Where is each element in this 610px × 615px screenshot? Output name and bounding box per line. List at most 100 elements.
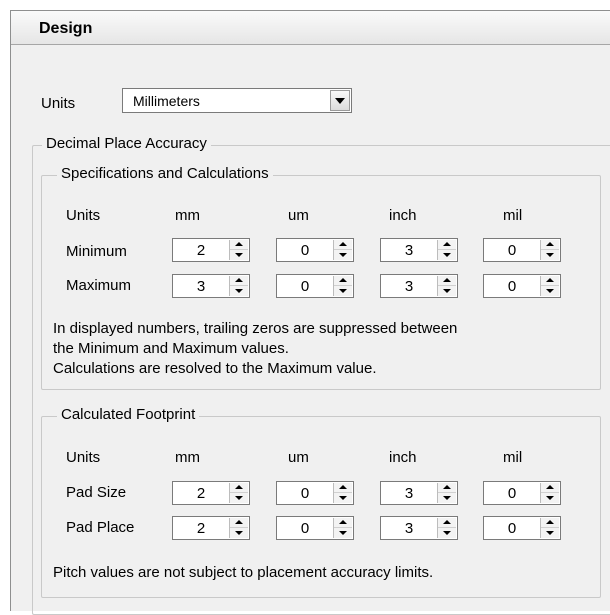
footprint-col-inch: inch bbox=[389, 449, 417, 466]
units-label: Units bbox=[41, 95, 76, 112]
stepper-buttons bbox=[229, 240, 248, 260]
stepper-down-icon[interactable] bbox=[334, 493, 352, 503]
pad-place-mil-stepper[interactable]: 0 bbox=[483, 516, 561, 540]
stepper-up-icon[interactable] bbox=[230, 276, 248, 286]
stepper-buttons bbox=[437, 276, 456, 296]
pad-place-um-stepper[interactable]: 0 bbox=[276, 516, 354, 540]
pad-place-inch-stepper[interactable]: 3 bbox=[380, 516, 458, 540]
footprint-col-mm: mm bbox=[175, 449, 200, 466]
maximum-um-stepper[interactable]: 0 bbox=[276, 274, 354, 298]
stepper-down-icon[interactable] bbox=[334, 250, 352, 260]
stepper-buttons bbox=[540, 276, 559, 296]
specs-note-line: In displayed numbers, trailing zeros are… bbox=[53, 320, 458, 337]
maximum-inch-stepper[interactable]: 3 bbox=[380, 274, 458, 298]
stepper-down-icon[interactable] bbox=[438, 493, 456, 503]
spin-value: 0 bbox=[507, 485, 517, 502]
stepper-buttons bbox=[229, 483, 248, 503]
stepper-buttons bbox=[540, 483, 559, 503]
stepper-buttons bbox=[333, 276, 352, 296]
minimum-mm-stepper[interactable]: 2 bbox=[172, 238, 250, 262]
stepper-buttons bbox=[437, 483, 456, 503]
stepper-down-icon[interactable] bbox=[541, 250, 559, 260]
spin-value: 0 bbox=[300, 242, 310, 259]
pad-size-um-stepper[interactable]: 0 bbox=[276, 481, 354, 505]
spin-value: 3 bbox=[404, 242, 414, 259]
stepper-up-icon[interactable] bbox=[334, 518, 352, 528]
stepper-up-icon[interactable] bbox=[541, 518, 559, 528]
stepper-up-icon[interactable] bbox=[541, 240, 559, 250]
spin-value: 0 bbox=[507, 242, 517, 259]
specs-units-label: Units bbox=[66, 207, 101, 224]
chevron-down-icon[interactable] bbox=[330, 90, 350, 111]
pad-size-mil-stepper[interactable]: 0 bbox=[483, 481, 561, 505]
minimum-label: Minimum bbox=[66, 243, 127, 260]
stepper-up-icon[interactable] bbox=[334, 276, 352, 286]
units-select-value: Millimeters bbox=[133, 93, 200, 109]
spin-value: 0 bbox=[300, 485, 310, 502]
spin-value: 3 bbox=[404, 485, 414, 502]
stepper-down-icon[interactable] bbox=[438, 528, 456, 538]
maximum-mil-stepper[interactable]: 0 bbox=[483, 274, 561, 298]
stepper-up-icon[interactable] bbox=[438, 518, 456, 528]
stepper-up-icon[interactable] bbox=[438, 276, 456, 286]
spin-value: 2 bbox=[196, 485, 206, 502]
footprint-units-label: Units bbox=[66, 449, 101, 466]
stepper-down-icon[interactable] bbox=[541, 286, 559, 296]
footprint-note: Pitch values are not subject to placemen… bbox=[53, 564, 434, 581]
stepper-up-icon[interactable] bbox=[438, 483, 456, 493]
stepper-down-icon[interactable] bbox=[230, 493, 248, 503]
stepper-buttons bbox=[333, 518, 352, 538]
stepper-down-icon[interactable] bbox=[334, 528, 352, 538]
footprint-title: Calculated Footprint bbox=[57, 406, 200, 423]
specs-note-line: the Minimum and Maximum values. bbox=[53, 340, 289, 357]
pad-size-inch-stepper[interactable]: 3 bbox=[380, 481, 458, 505]
stepper-down-icon[interactable] bbox=[230, 250, 248, 260]
spin-value: 0 bbox=[507, 278, 517, 295]
spin-value: 3 bbox=[404, 520, 414, 537]
stepper-down-icon[interactable] bbox=[541, 528, 559, 538]
stepper-up-icon[interactable] bbox=[438, 240, 456, 250]
stepper-up-icon[interactable] bbox=[230, 483, 248, 493]
stepper-down-icon[interactable] bbox=[438, 286, 456, 296]
minimum-mil-stepper[interactable]: 0 bbox=[483, 238, 561, 262]
spin-value: 0 bbox=[300, 278, 310, 295]
pad-place-label: Pad Place bbox=[66, 519, 135, 536]
spin-value: 0 bbox=[507, 520, 517, 537]
units-select[interactable]: Millimeters bbox=[122, 88, 352, 113]
stepper-buttons bbox=[229, 518, 248, 538]
stepper-up-icon[interactable] bbox=[334, 240, 352, 250]
pad-size-label: Pad Size bbox=[66, 484, 127, 501]
minimum-um-stepper[interactable]: 0 bbox=[276, 238, 354, 262]
stepper-up-icon[interactable] bbox=[541, 483, 559, 493]
specs-title: Specifications and Calculations bbox=[57, 165, 273, 182]
spin-value: 2 bbox=[196, 520, 206, 537]
stepper-down-icon[interactable] bbox=[230, 528, 248, 538]
specs-col-mm: mm bbox=[175, 207, 200, 224]
pad-place-mm-stepper[interactable]: 2 bbox=[172, 516, 250, 540]
specs-col-um: um bbox=[288, 207, 309, 224]
maximum-mm-stepper[interactable]: 3 bbox=[172, 274, 250, 298]
stepper-buttons bbox=[333, 240, 352, 260]
stepper-buttons bbox=[333, 483, 352, 503]
stepper-down-icon[interactable] bbox=[438, 250, 456, 260]
stepper-up-icon[interactable] bbox=[230, 240, 248, 250]
spin-value: 0 bbox=[300, 520, 310, 537]
footprint-col-um: um bbox=[288, 449, 309, 466]
spin-value: 3 bbox=[196, 278, 206, 295]
stepper-buttons bbox=[437, 240, 456, 260]
stepper-up-icon[interactable] bbox=[541, 276, 559, 286]
stepper-down-icon[interactable] bbox=[230, 286, 248, 296]
stepper-buttons bbox=[229, 276, 248, 296]
specs-col-inch: inch bbox=[389, 207, 417, 224]
stepper-buttons bbox=[437, 518, 456, 538]
pad-size-mm-stepper[interactable]: 2 bbox=[172, 481, 250, 505]
minimum-inch-stepper[interactable]: 3 bbox=[380, 238, 458, 262]
stepper-down-icon[interactable] bbox=[541, 493, 559, 503]
stepper-down-icon[interactable] bbox=[334, 286, 352, 296]
stepper-up-icon[interactable] bbox=[230, 518, 248, 528]
stepper-buttons bbox=[540, 240, 559, 260]
stepper-up-icon[interactable] bbox=[334, 483, 352, 493]
specs-note: In displayed numbers, trailing zeros are… bbox=[53, 319, 457, 379]
decimal-accuracy-title: Decimal Place Accuracy bbox=[42, 135, 211, 152]
spin-value: 3 bbox=[404, 278, 414, 295]
